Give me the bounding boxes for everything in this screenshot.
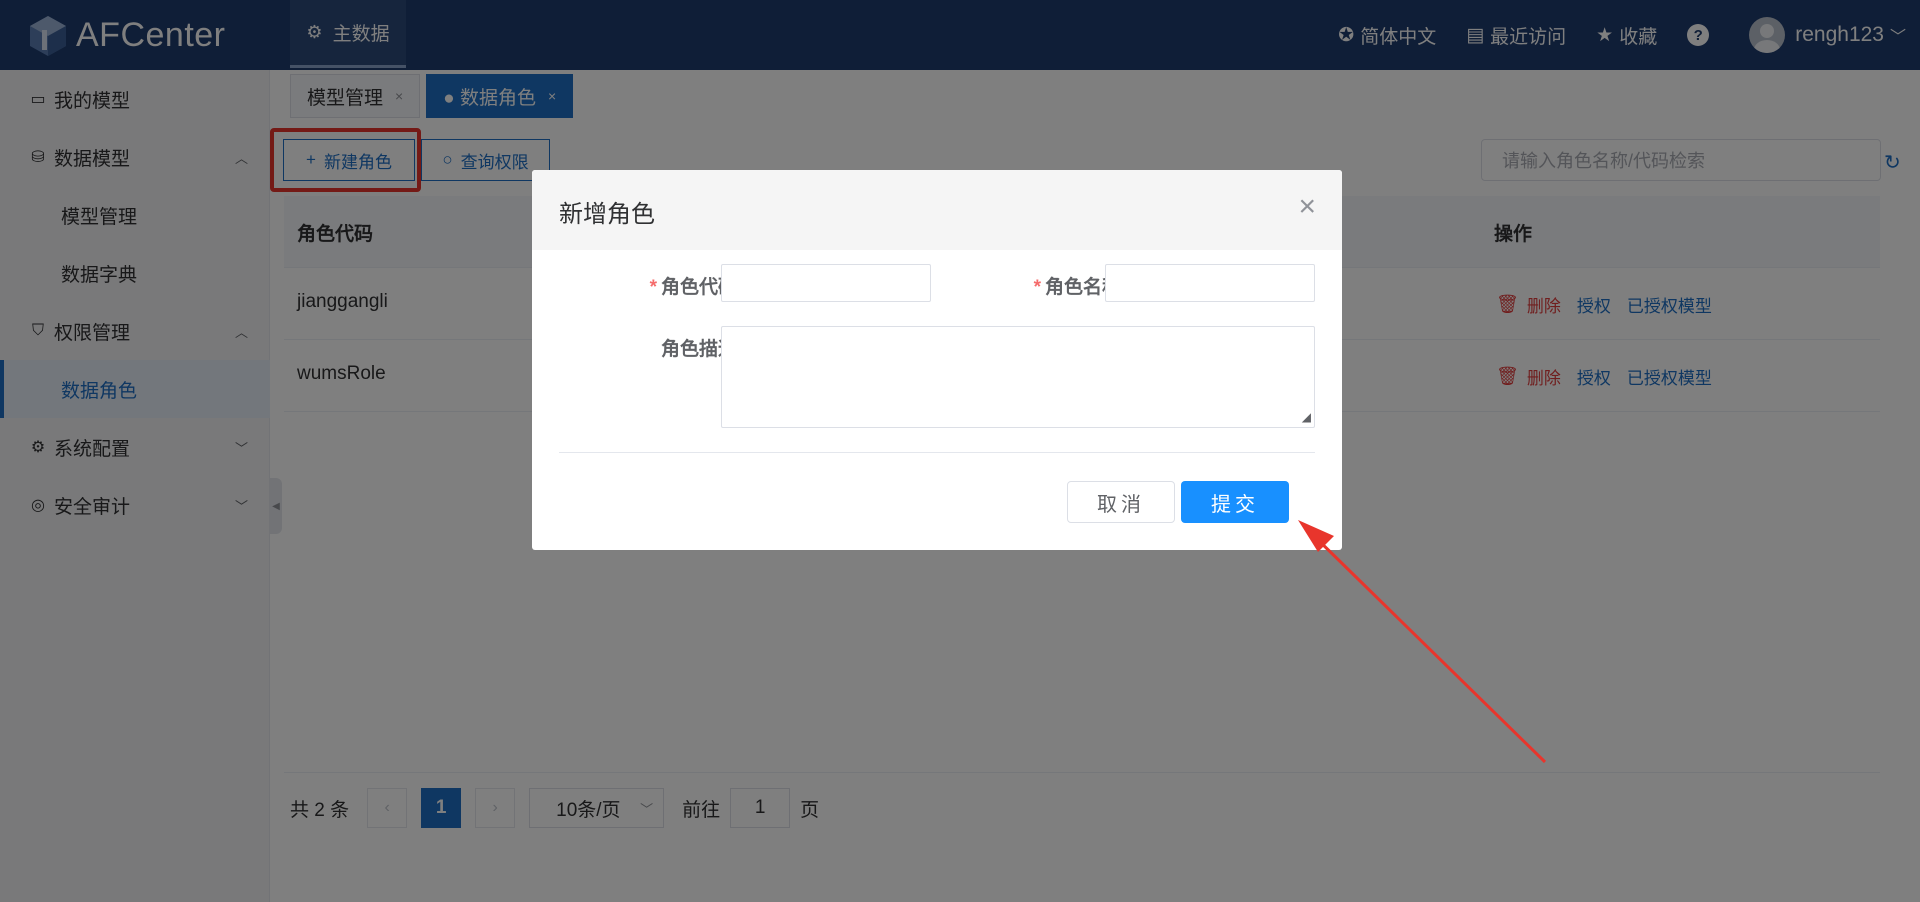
role-desc-textarea[interactable]: ◢	[721, 326, 1315, 428]
dialog-header: 新增角色 ×	[532, 170, 1342, 250]
role-code-input[interactable]	[721, 264, 931, 302]
required-mark: *	[1033, 277, 1041, 298]
submit-button[interactable]: 提交	[1181, 481, 1289, 523]
resize-handle-icon[interactable]: ◢	[1302, 410, 1311, 424]
role-desc-label: 角色描述	[660, 339, 737, 360]
close-icon[interactable]: ×	[1298, 190, 1316, 224]
cancel-button[interactable]: 取消	[1067, 481, 1175, 523]
role-code-label: * 角色代码	[614, 272, 737, 299]
role-name-label: * 角色名称	[998, 272, 1121, 299]
dialog-divider	[559, 452, 1315, 453]
role-name-input[interactable]	[1105, 264, 1315, 302]
dialog-title: 新增角色	[559, 201, 655, 228]
new-role-dialog: 新增角色 × * 角色代码 * 角色名称 角色描述 ◢ 取消 提交	[532, 170, 1342, 550]
required-mark: *	[649, 277, 657, 298]
